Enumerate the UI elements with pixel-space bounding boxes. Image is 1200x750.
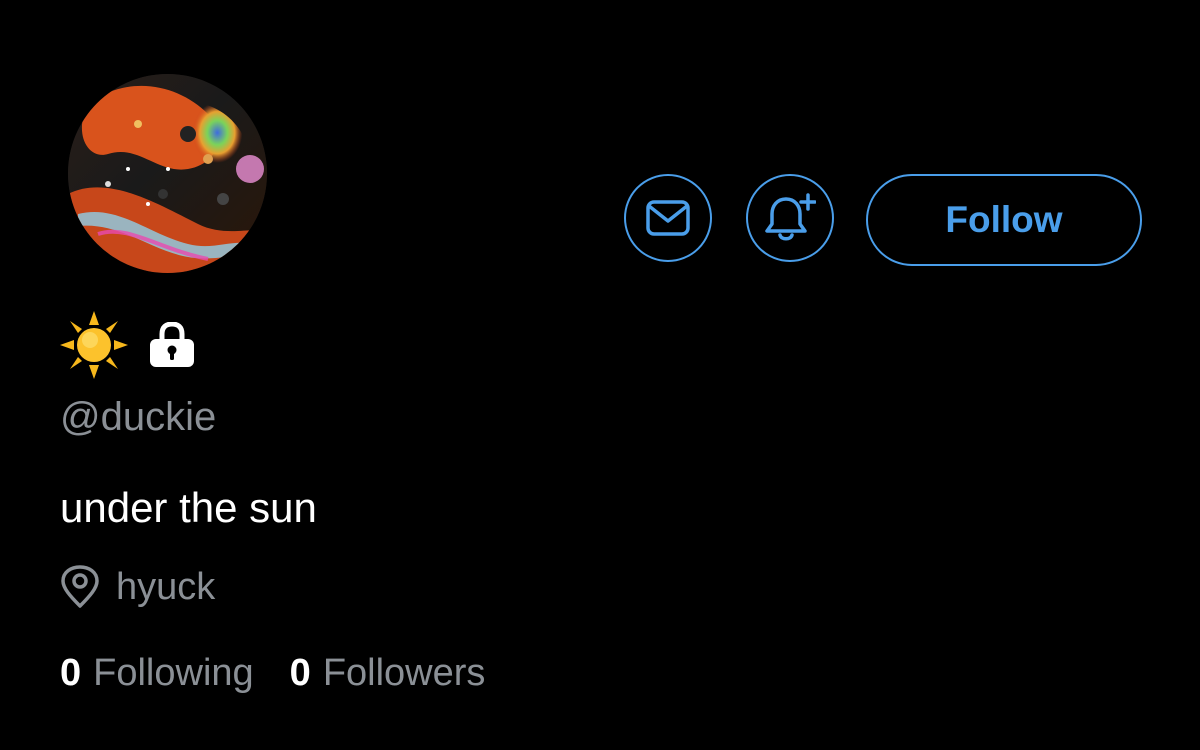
avatar-image xyxy=(68,74,267,273)
envelope-icon xyxy=(646,200,690,236)
location-pin-icon xyxy=(61,565,99,608)
following-stat[interactable]: 0 Following xyxy=(60,652,254,695)
follow-button-label: Follow xyxy=(945,199,1063,240)
bell-plus-icon xyxy=(765,193,816,241)
notifications-button[interactable] xyxy=(746,174,834,262)
lock-icon xyxy=(150,322,194,367)
follow-button[interactable]: Follow xyxy=(866,174,1142,266)
profile-bio: under the sun xyxy=(60,484,317,531)
display-name xyxy=(60,310,196,380)
following-count: 0 xyxy=(60,652,82,694)
profile-location: hyuck xyxy=(60,562,215,612)
followers-count: 0 xyxy=(289,652,311,694)
avatar[interactable] xyxy=(68,74,267,273)
message-button[interactable] xyxy=(624,174,712,262)
sun-emoji xyxy=(60,311,128,379)
followers-stat[interactable]: 0 Followers xyxy=(290,652,486,695)
following-label: Following xyxy=(93,652,254,694)
followers-label: Followers xyxy=(322,652,486,694)
profile-stats: 0 Following 0 Followers xyxy=(60,652,485,700)
profile-handle: @duckie xyxy=(60,395,217,439)
location-text: hyuck xyxy=(116,565,216,608)
